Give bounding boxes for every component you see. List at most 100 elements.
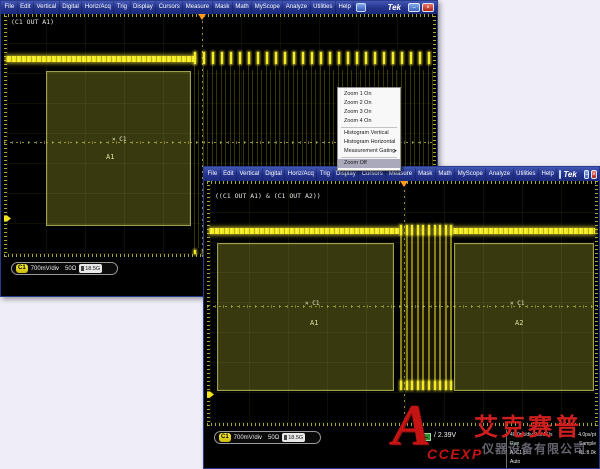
channel-badge[interactable]: C1 xyxy=(219,433,231,442)
back-channel-readout[interactable]: C1 700mV/div 50Ω 18.5G xyxy=(11,262,118,275)
menu-help[interactable]: Help xyxy=(336,1,354,14)
sample-resolution-readout: 4.0ps/pt xyxy=(578,432,596,438)
waveform-pulse xyxy=(411,228,413,390)
channel-cursor-marker-a1: × C1 xyxy=(305,300,319,307)
trigger-mode-readout: Auto xyxy=(510,459,520,465)
waveform-pulse xyxy=(406,225,408,235)
context-menu-item-zoom-off[interactable]: Zoom Off xyxy=(338,159,400,168)
bandwidth-value: 18.5G xyxy=(85,266,100,272)
waveform-pulse xyxy=(428,52,430,64)
waveform-pulse xyxy=(275,52,277,64)
waveform-pulse xyxy=(445,228,447,390)
bandwidth-box: 18.5G xyxy=(282,433,305,442)
waveform-pulse xyxy=(284,52,286,64)
waveform-pulse xyxy=(203,52,205,64)
waveform-pulse xyxy=(392,52,394,64)
menu-horiz-acq[interactable]: Horiz/Acq xyxy=(82,1,114,14)
menu-measure[interactable]: Measure xyxy=(183,1,212,14)
channel-cursor-marker-a2: × C1 xyxy=(510,300,524,307)
record-length-readout: RL:8.0k xyxy=(579,450,596,456)
context-menu-item-zoom-3-on[interactable]: Zoom 3 On xyxy=(338,108,400,117)
waveform-pulse xyxy=(445,225,447,235)
bandwidth-box: 18.5G xyxy=(79,264,102,273)
menu-edit[interactable]: Edit xyxy=(221,168,237,181)
trigger-position-icon[interactable] xyxy=(400,181,408,187)
menu-digital[interactable]: Digital xyxy=(263,168,286,181)
menu-trig[interactable]: Trig xyxy=(317,168,333,181)
menu-math[interactable]: Math xyxy=(436,168,455,181)
waveform-pulse xyxy=(445,381,447,390)
zoom-area-label-a2: A2 xyxy=(515,319,523,327)
menu-extra-icon[interactable] xyxy=(356,3,366,12)
back-menu-bar: FileEditVerticalDigitalHoriz/AcqTrigDisp… xyxy=(2,1,354,14)
menu-trig[interactable]: Trig xyxy=(114,1,130,14)
trigger-source-readout: A' C1 ∫ xyxy=(510,450,525,456)
waveform-pulse xyxy=(411,381,413,390)
menu-analyze[interactable]: Analyze xyxy=(283,1,310,14)
context-menu-item-histogram-vertical[interactable]: Histogram Vertical xyxy=(338,129,400,138)
bandwidth-icon xyxy=(81,266,84,271)
menu-analyze[interactable]: Analyze xyxy=(486,168,513,181)
zoom-area-box-a1[interactable] xyxy=(217,243,394,391)
zoom-area-box-a2[interactable] xyxy=(454,243,594,391)
waveform-pulse xyxy=(293,52,295,64)
menu-mask[interactable]: Mask xyxy=(416,168,436,181)
menu-cursors[interactable]: Cursors xyxy=(156,1,183,14)
waveform-pulse xyxy=(311,52,313,64)
bandwidth-icon xyxy=(284,435,287,440)
menu-file[interactable]: File xyxy=(2,1,18,14)
waveform-pulse xyxy=(428,228,430,390)
menu-help[interactable]: Help xyxy=(539,168,557,181)
waveform-pulse xyxy=(400,381,402,390)
context-menu-item-histogram-horizontal[interactable]: Histogram Horizontal xyxy=(338,138,400,147)
trigger-position-icon[interactable] xyxy=(198,14,206,20)
channel-badge[interactable]: C1 xyxy=(16,264,28,273)
waveform-pulse xyxy=(257,52,259,64)
waveform-pulse xyxy=(374,52,376,64)
context-menu-item-zoom-4-on[interactable]: Zoom 4 On xyxy=(338,117,400,126)
menu-math[interactable]: Math xyxy=(233,1,252,14)
waveform-pulse xyxy=(383,52,385,64)
close-button[interactable]: × xyxy=(422,3,434,12)
zoom-area-box-a1[interactable] xyxy=(46,71,191,226)
menu-file[interactable]: File xyxy=(205,168,221,181)
zoom-context-menu: Zoom 1 OnZoom 2 OnZoom 3 OnZoom 4 On Hist… xyxy=(337,87,401,171)
waveform-pulse xyxy=(450,381,452,390)
menu-display[interactable]: Display xyxy=(131,1,157,14)
menu-digital[interactable]: Digital xyxy=(60,1,83,14)
menu-vertical[interactable]: Vertical xyxy=(237,168,263,181)
menu-mask[interactable]: Mask xyxy=(213,1,233,14)
context-menu-item-zoom-2-on[interactable]: Zoom 2 On xyxy=(338,99,400,108)
waveform-pulse xyxy=(422,228,424,390)
waveform-pulse xyxy=(400,228,402,390)
waveform-pulse xyxy=(194,52,196,64)
waveform-pulse xyxy=(439,228,441,390)
waveform-pulse xyxy=(239,52,241,64)
waveform-pulse xyxy=(194,64,195,250)
trigger-slope-icon xyxy=(420,433,431,441)
trigger-level-readout: / 2.39V xyxy=(434,432,456,439)
waveform-pulse xyxy=(212,52,214,64)
menu-myscope[interactable]: MyScope xyxy=(252,1,283,14)
zoom-area-label-a1: A1 xyxy=(106,153,114,161)
menu-myscope[interactable]: MyScope xyxy=(455,168,486,181)
back-titlebar: FileEditVerticalDigitalHoriz/AcqTrigDisp… xyxy=(1,1,437,14)
termination: 50Ω xyxy=(268,435,279,441)
context-menu-item-measurement-gating[interactable]: Measurement Gating▸ xyxy=(338,147,400,156)
menu-horiz-acq[interactable]: Horiz/Acq xyxy=(285,168,317,181)
waveform-pulse xyxy=(406,381,408,390)
desktop: FileEditVerticalDigitalHoriz/AcqTrigDisp… xyxy=(0,0,600,469)
context-menu-item-zoom-1-on[interactable]: Zoom 1 On xyxy=(338,90,400,99)
waveform-pulse xyxy=(198,70,199,248)
menu-utilities[interactable]: Utilities xyxy=(311,1,336,14)
waveform-pulse xyxy=(439,381,441,390)
minimize-button[interactable]: – xyxy=(408,3,420,12)
waveform-pulse xyxy=(329,52,331,64)
menu-utilities[interactable]: Utilities xyxy=(514,168,539,181)
waveform-pulse xyxy=(406,228,408,390)
menu-vertical[interactable]: Vertical xyxy=(34,1,60,14)
front-channel-readout[interactable]: C1 700mV/div 50Ω 18.5G xyxy=(214,431,321,444)
menu-edit[interactable]: Edit xyxy=(18,1,34,14)
close-button[interactable]: × xyxy=(591,170,597,179)
minimize-button[interactable]: – xyxy=(584,170,589,179)
